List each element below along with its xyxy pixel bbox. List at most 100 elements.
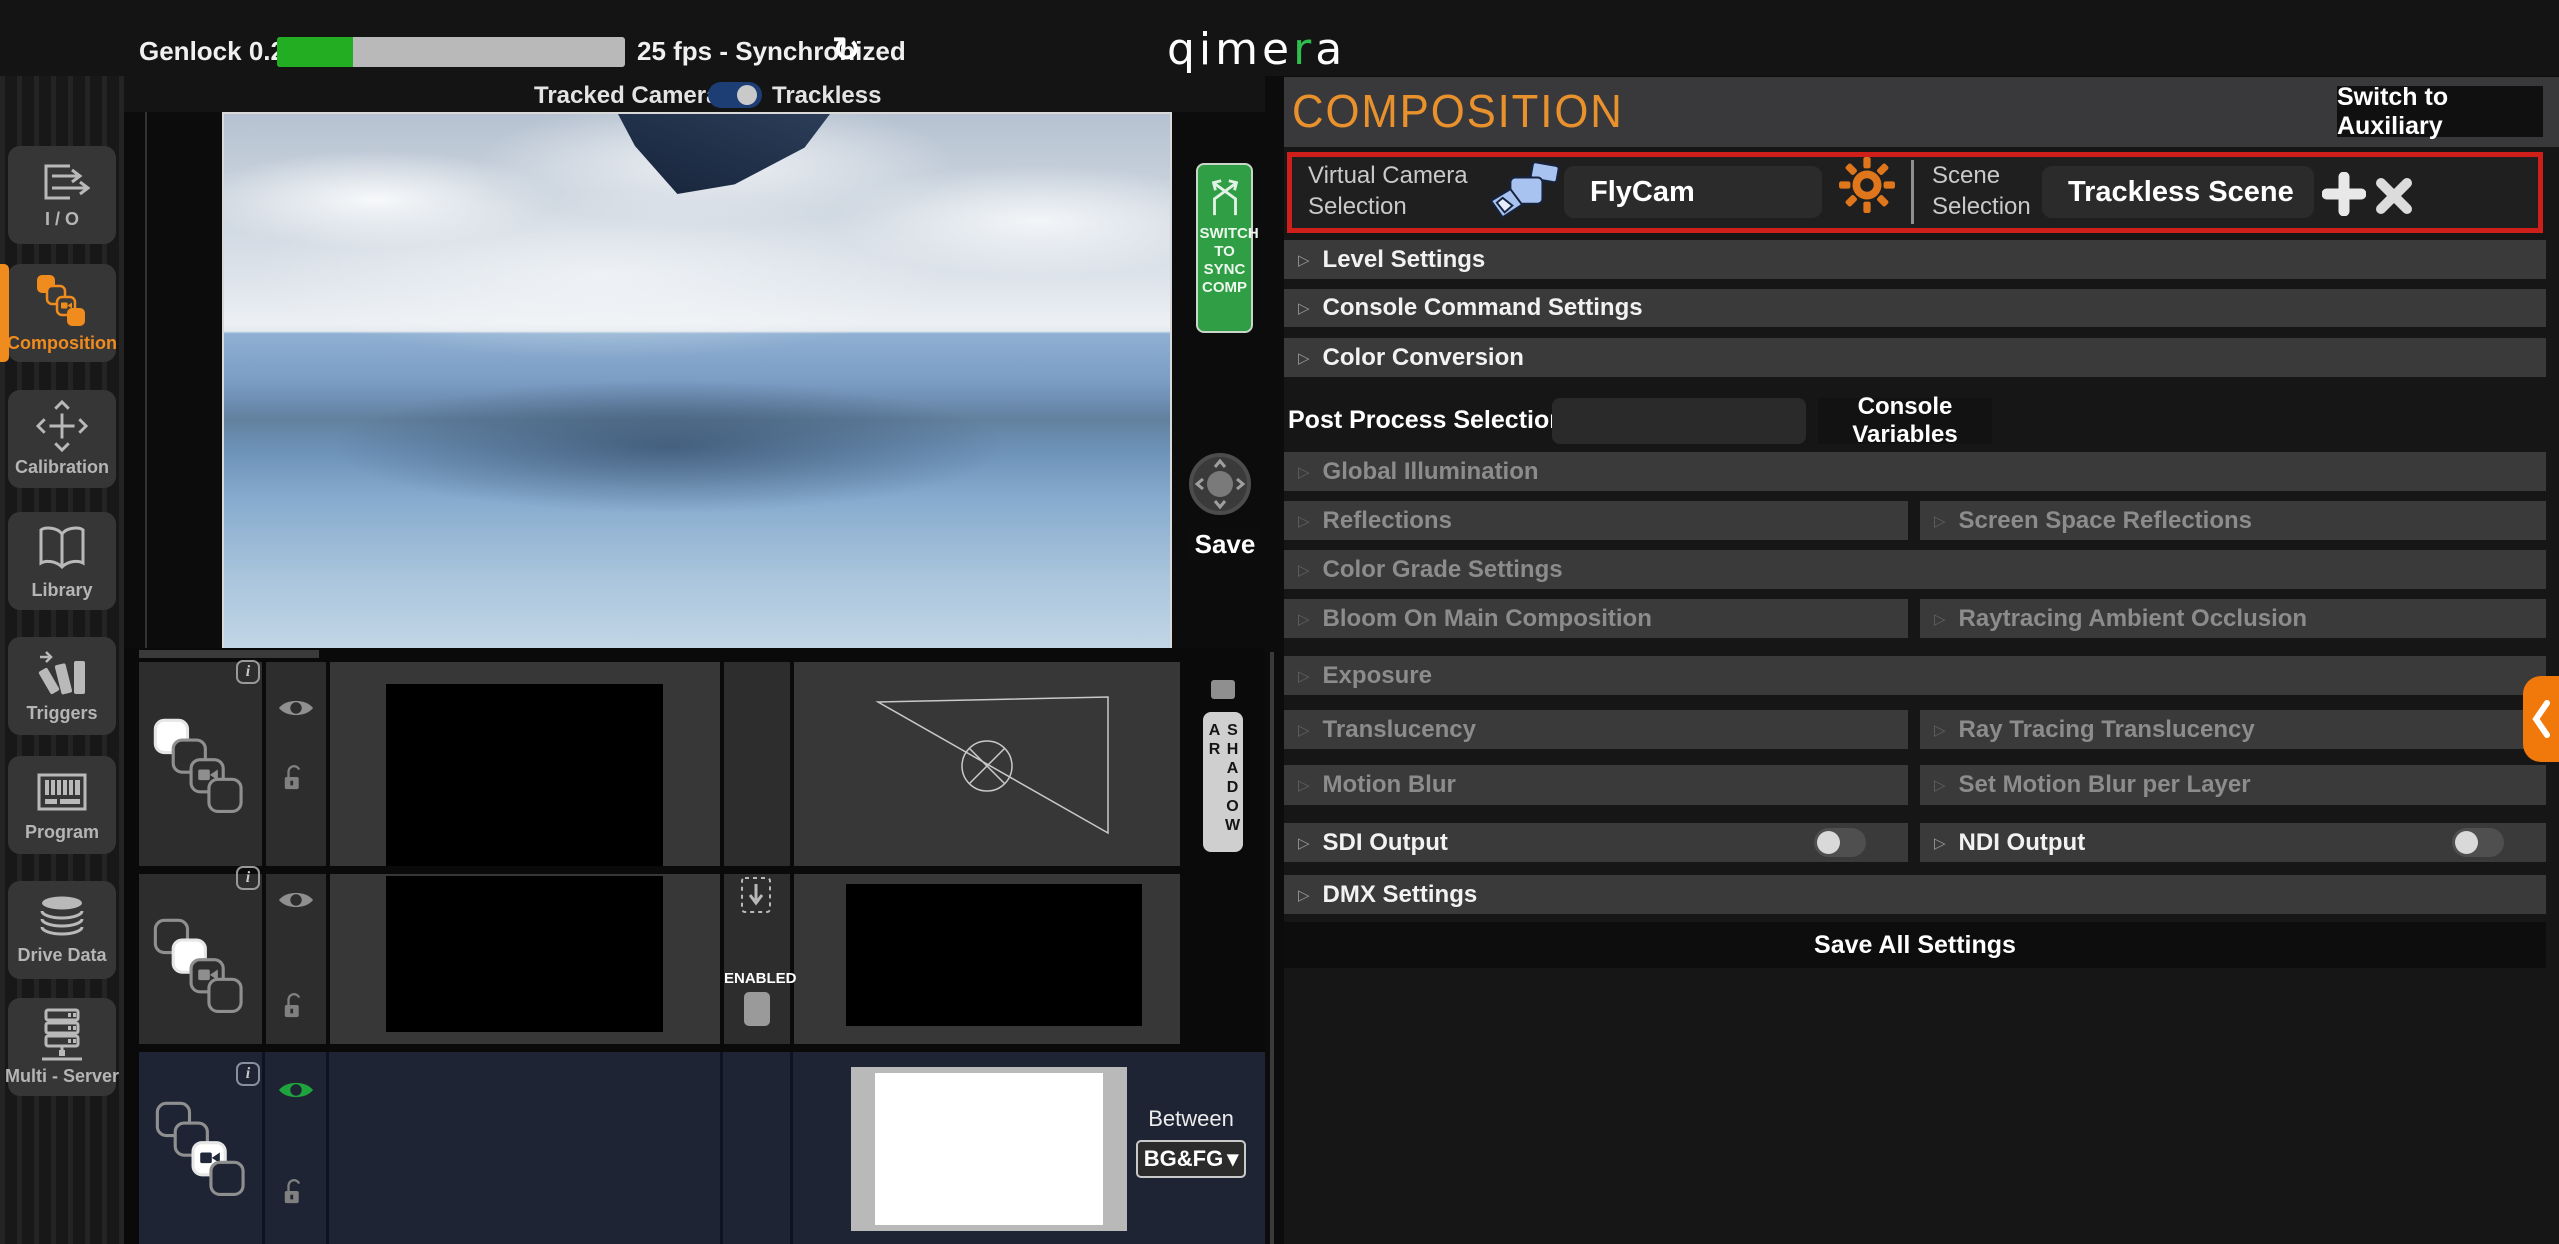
divider [262, 1052, 265, 1244]
layer2-thumbnail[interactable] [386, 876, 663, 1032]
ndi-output-toggle[interactable] [2452, 828, 2504, 857]
sidebar-item-multi-server[interactable]: Multi - Server [8, 998, 116, 1096]
disclosure-icon: ▷ [1934, 512, 1946, 530]
row-set-motion-blur-per-layer[interactable]: ▷Set Motion Blur per Layer [1920, 765, 2546, 805]
ar-shadow-indicator[interactable] [1211, 680, 1235, 699]
row-screen-space-reflections[interactable]: ▷Screen Space Reflections [1920, 501, 2546, 540]
scene-selection-field[interactable]: Trackless Scene [2042, 166, 2314, 218]
toggle-knob [2455, 831, 2478, 854]
sidebar-item-program[interactable]: Program [8, 756, 116, 854]
vertical-divider [1911, 160, 1914, 224]
sidebar-item-label: Multi - Server [5, 1066, 119, 1087]
row-label: NDI Output [1959, 829, 2086, 857]
disclosure-icon: ▷ [1298, 349, 1310, 367]
logo-text-end: a [1315, 24, 1346, 75]
console-variables-button[interactable]: Console Variables [1818, 398, 1992, 444]
disclosure-icon: ▷ [1298, 610, 1310, 628]
disclosure-icon: ▷ [1934, 610, 1946, 628]
active-item-indicator [0, 264, 9, 362]
row-translucency[interactable]: ▷Translucency [1284, 710, 1908, 749]
row-level-settings[interactable]: ▷Level Settings [1284, 240, 2546, 279]
row-console-command-settings[interactable]: ▷Console Command Settings [1284, 289, 2546, 327]
sdi-output-toggle[interactable] [1814, 828, 1866, 857]
row-reflections[interactable]: ▷Reflections [1284, 501, 1908, 540]
ar-shadow-button[interactable]: AR SHADOW [1203, 712, 1243, 852]
composition-icon [34, 272, 90, 328]
add-scene-icon[interactable] [2322, 172, 2366, 216]
import-down-icon[interactable] [740, 876, 772, 914]
enabled-label: ENABLED [724, 970, 790, 987]
trackless-label: Trackless [772, 82, 881, 110]
row-color-conversion[interactable]: ▷ Color Conversion [1284, 338, 2546, 377]
row-label: Global Illumination [1323, 458, 1539, 486]
sidebar-item-label: Drive Data [17, 945, 106, 966]
layer3-thumbnail[interactable] [851, 1067, 1127, 1231]
disclosure-icon: ▷ [1298, 776, 1310, 794]
layer2-type-icon [150, 915, 250, 1015]
row-ray-tracing-translucency[interactable]: ▷Ray Tracing Translucency [1920, 710, 2546, 749]
switch-to-auxiliary-button[interactable]: Switch to Auxiliary [2337, 86, 2543, 137]
divider [720, 1052, 723, 1244]
between-dropdown[interactable]: BG&FG ▾ [1136, 1140, 1246, 1178]
row-label: Color Conversion [1323, 344, 1524, 372]
post-process-input[interactable] [1552, 398, 1806, 444]
io-icon [34, 160, 90, 204]
sidebar-item-label: Program [25, 822, 99, 843]
row-label: Raytracing Ambient Occlusion [1959, 605, 2308, 633]
multi-server-icon [34, 1007, 90, 1061]
sidebar-item-library[interactable]: Library [8, 512, 116, 610]
dpad-control[interactable] [1188, 452, 1252, 516]
boat-hull-shape [618, 114, 830, 194]
refresh-icon[interactable]: ↻ [832, 30, 861, 70]
row-motion-blur[interactable]: ▷Motion Blur [1284, 765, 1908, 805]
row-label: SDI Output [1323, 829, 1448, 857]
row-bloom-main-composition[interactable]: ▷Bloom On Main Composition [1284, 599, 1908, 638]
sidebar-item-triggers[interactable]: Triggers [8, 637, 116, 735]
switch-to-sync-comp-button[interactable]: SWITCH TO SYNC COMP [1196, 163, 1253, 333]
row-label: Color Grade Settings [1323, 556, 1563, 584]
camera-mode-toggle[interactable] [708, 82, 762, 108]
row-global-illumination[interactable]: ▷Global Illumination [1284, 452, 2546, 491]
layer1-thumbnail[interactable] [386, 684, 663, 866]
layer2-unlock-icon[interactable] [282, 990, 308, 1020]
camera-settings-gear-icon[interactable] [1838, 156, 1896, 214]
row-color-grade-settings[interactable]: ▷Color Grade Settings [1284, 550, 2546, 589]
ar-shadow-right-text: SHADOW [1224, 722, 1240, 852]
panel-flyout-tab[interactable] [2523, 676, 2559, 762]
layer3-info-icon[interactable]: i [236, 1062, 260, 1086]
app-window: Genlock 0.217 25 fps - Synchronized ↻ qi… [0, 0, 2559, 1244]
row-dmx-settings[interactable]: ▷DMX Settings [1284, 875, 2546, 914]
disclosure-icon: ▷ [1298, 886, 1310, 904]
layer2-preview-thumbnail[interactable] [846, 884, 1142, 1026]
delete-scene-icon[interactable] [2374, 176, 2414, 216]
sidebar-item-calibration[interactable]: Calibration [8, 390, 116, 488]
enabled-checkbox[interactable] [744, 992, 770, 1026]
row-exposure[interactable]: ▷Exposure [1284, 656, 2546, 695]
layer3-unlock-icon[interactable] [282, 1176, 308, 1206]
row-label: Ray Tracing Translucency [1959, 716, 2255, 744]
layers-scrollbar[interactable] [1270, 652, 1274, 1244]
layer1-info-icon[interactable]: i [236, 660, 260, 684]
layer1-unlock-icon[interactable] [282, 762, 308, 792]
drive-data-icon [35, 894, 89, 940]
sidebar-item-drive-data[interactable]: Drive Data [8, 881, 116, 979]
layer3-visibility-eye-icon-active[interactable] [277, 1078, 315, 1102]
logo-text: qime [1167, 24, 1293, 75]
row-raytracing-ambient-occlusion[interactable]: ▷ Raytracing Ambient Occlusion [1920, 599, 2546, 638]
save-all-settings-button[interactable]: Save All Settings [1284, 922, 2546, 968]
sidebar-item-label: Triggers [26, 703, 97, 724]
row-label: Translucency [1323, 716, 1476, 744]
layer1-visibility-eye-icon[interactable] [277, 696, 315, 720]
sidebar-item-io[interactable]: I / O [8, 146, 116, 244]
layer1-wireframe-preview[interactable] [875, 692, 1111, 838]
preview-viewport[interactable] [222, 112, 1172, 652]
layer2-visibility-eye-icon[interactable] [277, 888, 315, 912]
virtual-camera-field[interactable]: FlyCam [1564, 166, 1822, 218]
video-camera-icon [1486, 162, 1562, 224]
layer2-info-icon[interactable]: i [236, 866, 260, 890]
sidebar-item-composition[interactable]: Composition [8, 264, 116, 362]
genlock-progress-bar [277, 37, 625, 67]
triggers-icon [34, 648, 90, 698]
save-button[interactable]: Save [1190, 527, 1260, 561]
between-label: Between [1136, 1106, 1246, 1132]
